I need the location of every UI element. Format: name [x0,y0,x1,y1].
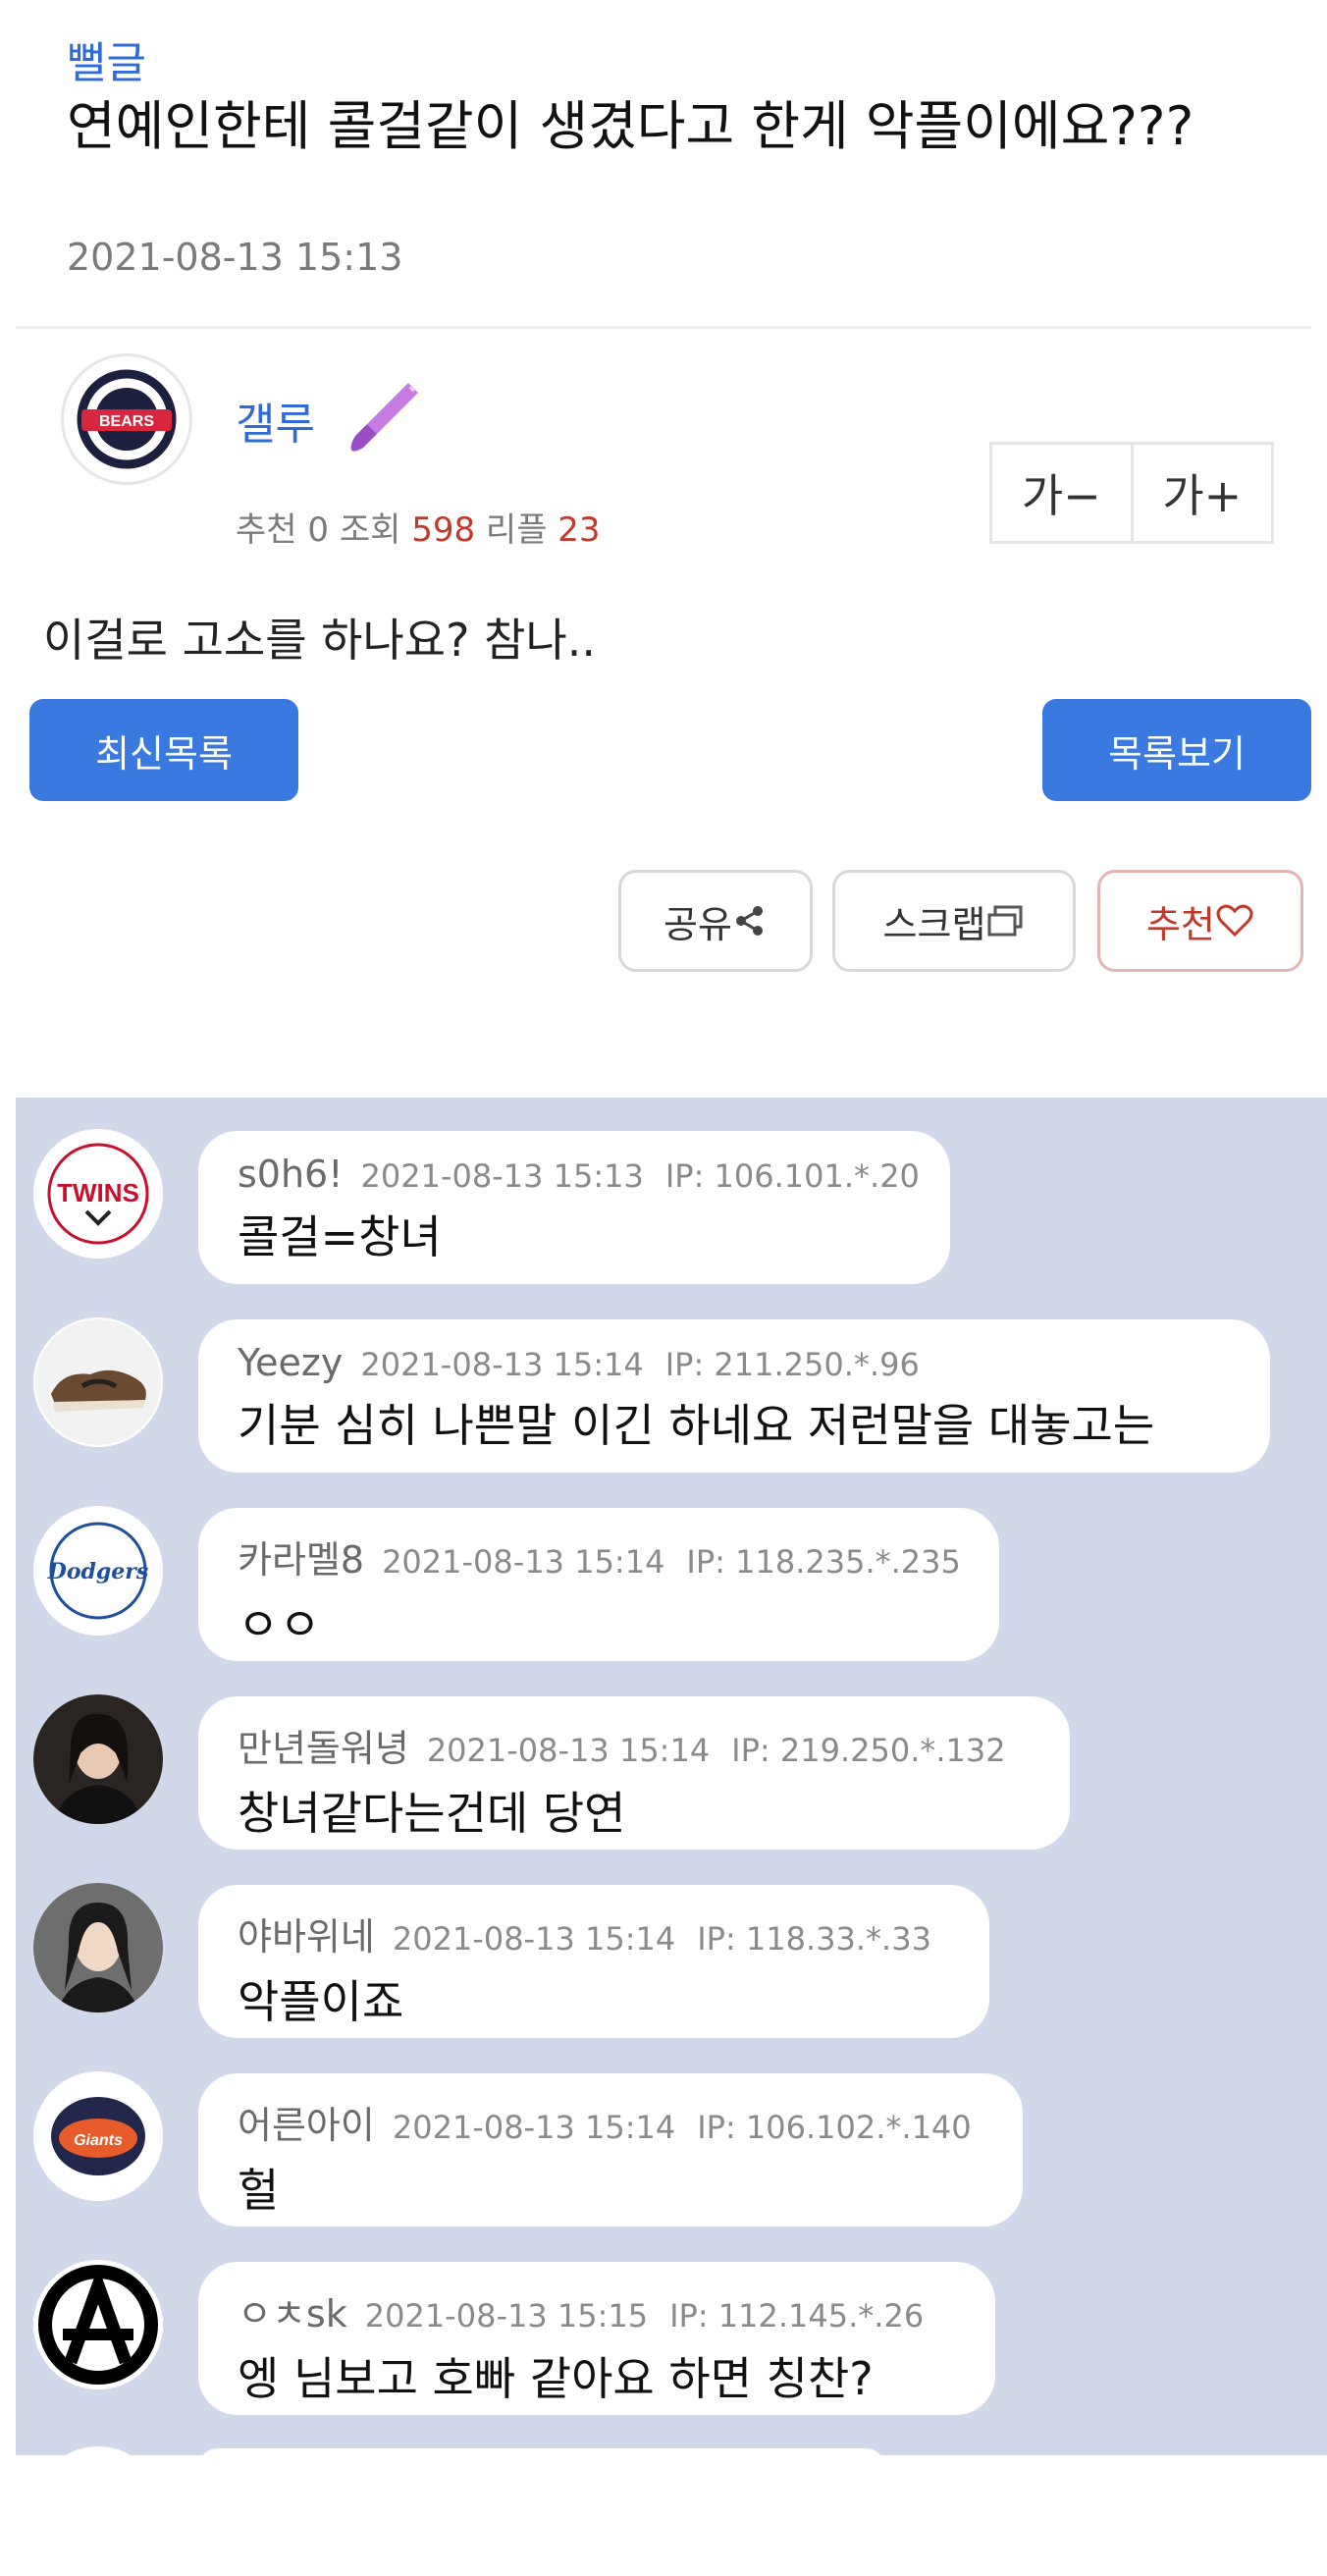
author-name[interactable]: 갤루 [236,389,315,452]
divider [16,326,1311,329]
person-photo-icon [33,1883,163,2012]
anarchy-symbol-icon [35,2262,161,2388]
comment-date: 2021-08-13 15:14 [392,2109,676,2146]
comment-avatar[interactable]: Dodgers [33,1506,163,1636]
comment-date: 2021-08-13 15:14 [382,1543,665,1581]
comment-text: ㅇㅇ [238,1598,321,1651]
share-button[interactable]: 공유 [618,870,813,972]
comment-avatar[interactable] [33,2260,163,2389]
comment-nick[interactable]: 어른아이 [238,2104,375,2147]
comment-ip: IP: 112.145.*.26 [669,2297,925,2334]
view-list-button[interactable]: 목록보기 [1042,699,1311,801]
bears-logo-icon: BEARS [77,369,177,469]
post-category[interactable]: 뻘글 [67,27,146,90]
comment-nick[interactable]: Yeezy [238,1341,343,1384]
heart-icon [1216,904,1253,938]
brush-icon [340,373,428,461]
recommend-label: 추천 [1146,902,1215,946]
giants-logo-icon: Giants [35,2073,161,2199]
scrap-button[interactable]: 스크랩 [832,870,1076,972]
comment-bubble: ㅇㅊsk 2021-08-13 15:15 IP: 112.145.*.26 엥 님… [198,2262,995,2415]
comment-avatar[interactable]: TWINS [33,1129,163,1259]
dodgers-logo-icon: Dodgers [35,1508,161,1634]
comment-date: 2021-08-13 15:15 [364,2297,649,2334]
post-date: 2021-08-13 15:13 [67,236,403,279]
comment-nick[interactable]: 만년돌워녕 [238,1727,409,1770]
comment-bubble [198,2448,885,2488]
share-label: 공유 [664,902,732,946]
comment-ip: IP: 219.250.*.132 [731,1732,1006,1769]
share-icon [735,906,763,936]
comment-bubble: 카라멜8 2021-08-13 15:14 IP: 118.235.*.235 ㅇㅇ [198,1508,999,1661]
reco-label: 추천 [236,510,297,550]
latest-list-button[interactable]: 최신목록 [29,699,298,801]
comment-ip: IP: 106.101.*.20 [664,1157,920,1195]
author-avatar[interactable]: BEARS [61,353,192,485]
comment-avatar[interactable] [33,1883,163,2012]
comment-bubble: 어른아이 2021-08-13 15:14 IP: 106.102.*.140 헐 [198,2073,1023,2227]
comment-date: 2021-08-13 15:14 [392,1920,676,1958]
reply-count: 23 [557,510,601,550]
comment-nick[interactable]: s0h6! [238,1153,343,1196]
font-decrease-button[interactable]: 가− [992,445,1131,541]
comment-nick[interactable]: 야바위네 [238,1915,375,1959]
comment-avatar[interactable] [33,1694,163,1824]
views-count: 598 [411,510,476,550]
comment-nick[interactable]: ㅇㅊsk [238,2292,347,2335]
comment-date: 2021-08-13 15:14 [360,1346,644,1383]
font-increase-button[interactable]: 가+ [1130,445,1272,541]
comment-date: 2021-08-13 15:14 [426,1732,711,1769]
comment-ip: IP: 106.102.*.140 [697,2109,972,2146]
person-photo-icon [33,1694,163,1824]
comment-ip: IP: 118.235.*.235 [686,1543,961,1581]
comment-text: 기분 심히 나쁜말 이긴 하네요 저런말을 대놓고는 [238,1399,1155,1452]
comment-text: 헐 [238,2164,280,2217]
comment-text: 악플이죠 [238,1975,404,2028]
comment-avatar[interactable]: Giants [33,2071,163,2201]
recommend-button[interactable]: 추천 [1097,870,1303,972]
reco-count: 0 [307,510,330,550]
comment-ip: IP: 118.33.*.33 [697,1920,931,1958]
dodgers-logo-text: Dodgers [47,1559,149,1584]
scrap-icon [987,905,1023,937]
comment-avatar[interactable] [33,1317,163,1447]
twins-logo-text: TWINS [57,1178,139,1208]
comment-text: 엥 님보고 호빠 같아요 하면 칭찬? [238,2352,874,2405]
comment-bubble: 야바위네 2021-08-13 15:14 IP: 118.33.*.33 악플이죠 [198,1885,989,2038]
comment-avatar[interactable] [33,2446,163,2576]
giants-logo-text: Giants [74,2132,123,2149]
comment-bubble: Yeezy 2021-08-13 15:14 IP: 211.250.*.96 기분… [198,1319,1270,1473]
comment-nick[interactable]: 카라멜8 [238,1538,364,1582]
comment-date: 2021-08-13 15:13 [360,1157,644,1195]
comment-ip: IP: 211.250.*.96 [664,1346,920,1383]
comment-text: 창녀같다는건데 당연 [238,1787,626,1840]
bears-logo-text: BEARS [99,413,154,430]
scrap-label: 스크랩 [882,902,986,946]
twins-logo-icon: TWINS [35,1131,161,1257]
views-label: 조회 [339,510,401,550]
comment-section: TWINS s0h6! 2021-08-13 15:13 IP: 106.101.*… [16,1098,1327,2576]
comment-bubble: 만년돌워녕 2021-08-13 15:14 IP: 219.250.*.132 창… [198,1696,1070,1850]
comment-text: 콜걸=창녀 [238,1210,442,1263]
sneaker-avatar-icon [35,1319,161,1445]
post-stats: 추천 0 조회 598 리플 23 [236,503,601,551]
comment-bubble: s0h6! 2021-08-13 15:13 IP: 106.101.*.20 콜걸… [198,1131,950,1284]
font-size-control: 가− 가+ [989,442,1274,544]
reply-label: 리플 [485,510,548,550]
post-title: 연예인한테 콜걸같이 생겼다고 한게 악플이에요??? [67,95,1194,157]
post-content: 이걸로 고소를 하나요? 참나.. [43,614,597,667]
